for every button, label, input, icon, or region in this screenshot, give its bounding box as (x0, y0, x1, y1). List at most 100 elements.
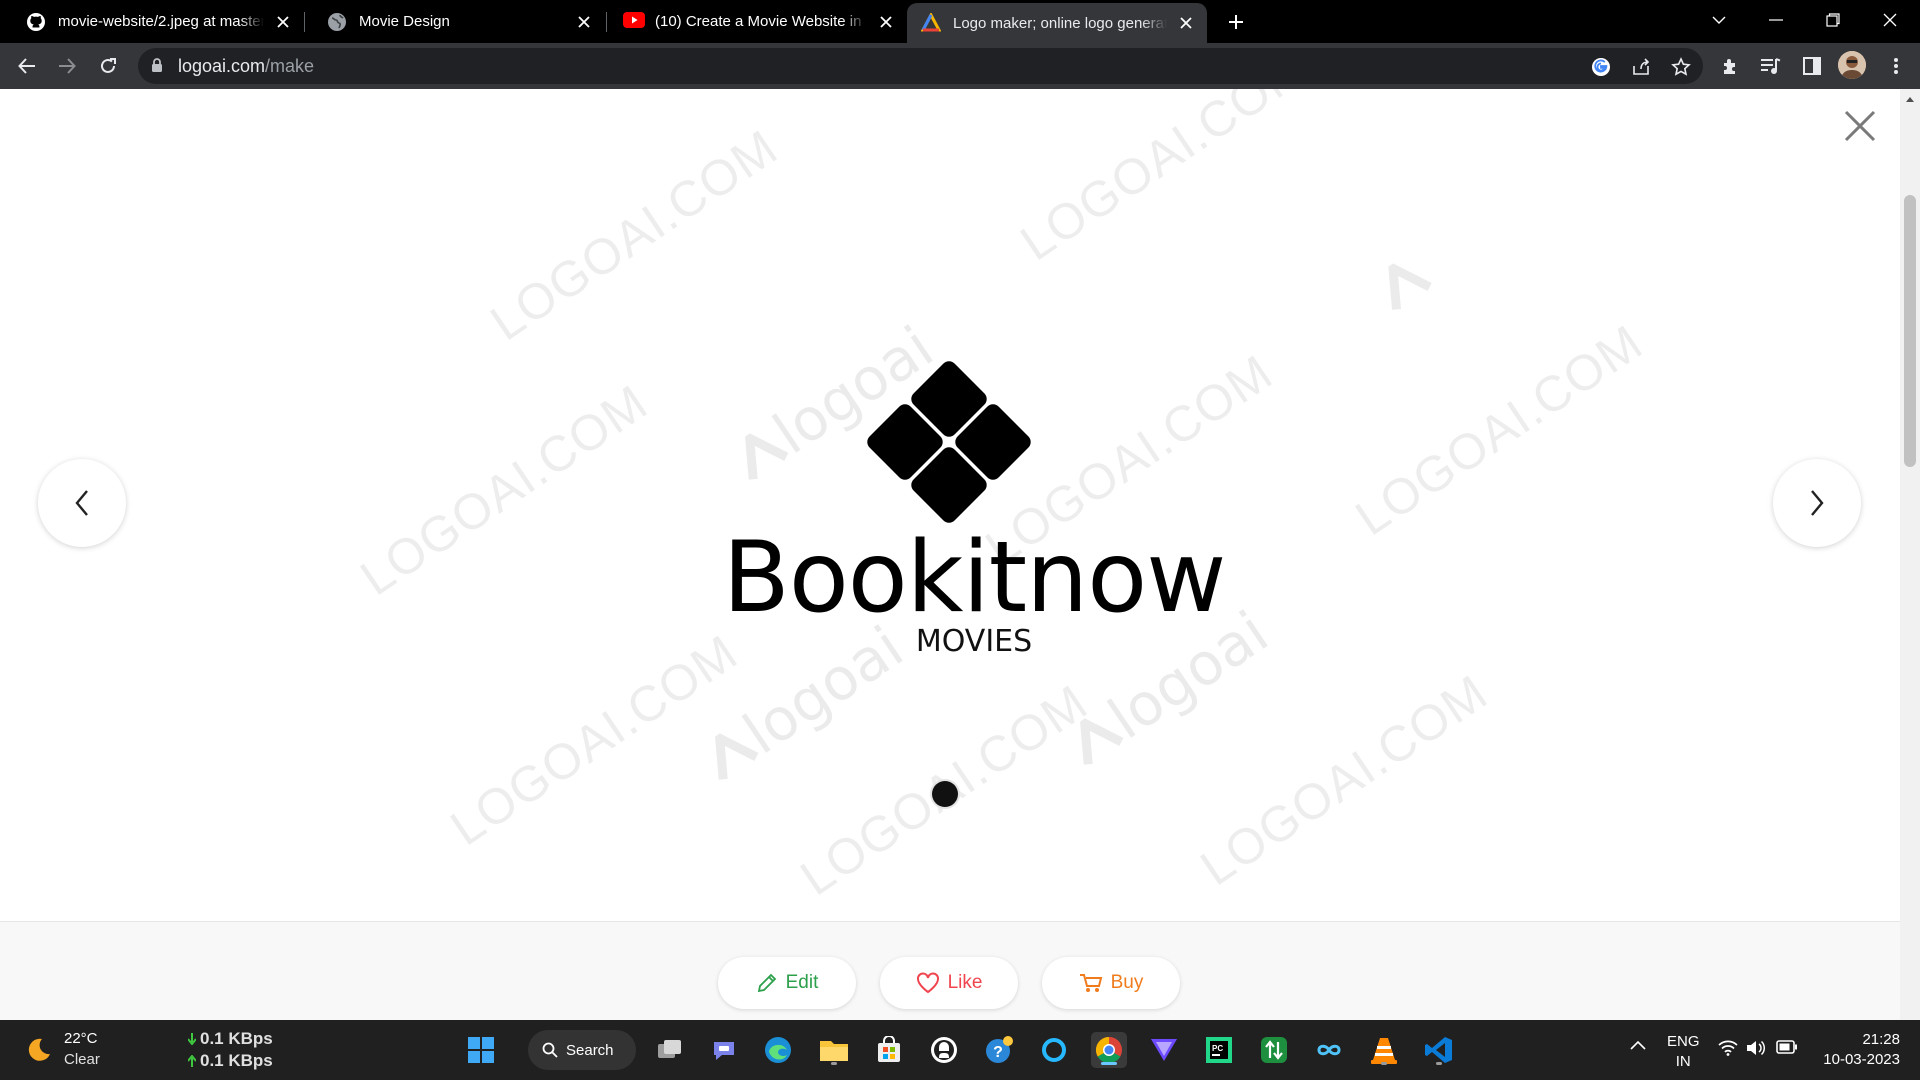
restore-button[interactable] (1805, 0, 1861, 40)
proton-vpn-button[interactable] (1146, 1032, 1182, 1068)
close-icon[interactable] (1175, 12, 1197, 34)
teams-chat-button[interactable] (706, 1032, 742, 1068)
profile-avatar[interactable] (1838, 51, 1866, 79)
wifi-icon[interactable] (1718, 1040, 1738, 1056)
github-icon (26, 12, 46, 32)
pycharm-icon: PC (1206, 1037, 1232, 1063)
tab-strip: movie-website/2.jpeg at master · Movie D… (0, 0, 1920, 43)
edit-label: Edit (785, 972, 819, 993)
globe-icon (327, 12, 347, 32)
vscode-button[interactable] (1421, 1032, 1457, 1068)
network-upload-speed: 0.1 KBps (188, 1051, 273, 1071)
battery-icon[interactable] (1776, 1040, 1798, 1054)
chrome-button[interactable] (1091, 1032, 1127, 1068)
language-code: ENG (1667, 1033, 1700, 1050)
task-view-button[interactable] (652, 1032, 688, 1068)
media-controls-icon[interactable] (1758, 53, 1784, 79)
tab-youtube[interactable]: (10) Create a Movie Website in 9 (607, 3, 907, 40)
close-preview-button[interactable] (1841, 107, 1879, 145)
back-button[interactable] (13, 52, 41, 80)
region-code: IN (1675, 1053, 1691, 1070)
download-arrow-icon (188, 1033, 196, 1045)
upload-speed-text: 0.1 KBps (200, 1051, 273, 1070)
share-icon[interactable] (1630, 56, 1652, 78)
weather-condition[interactable]: Clear (64, 1051, 100, 1068)
close-icon[interactable] (272, 11, 294, 33)
address-bar[interactable]: logoai.com/make (138, 48, 1703, 84)
tab-github[interactable]: movie-website/2.jpeg at master · (0, 3, 304, 40)
watermark: LOGOAI.COM (1190, 664, 1498, 897)
input-language[interactable]: ENG IN (1667, 1032, 1700, 1072)
search-icon (542, 1042, 558, 1058)
svg-text:PC: PC (1212, 1044, 1223, 1053)
start-button[interactable] (463, 1032, 499, 1068)
edge-button[interactable] (760, 1032, 796, 1068)
transfer-icon (1261, 1037, 1287, 1063)
vlc-button[interactable] (1366, 1032, 1402, 1068)
bookmark-star-icon[interactable] (1670, 56, 1692, 78)
cortana-ring-icon (1042, 1038, 1066, 1062)
brand-logo-mark (867, 361, 1031, 523)
taskbar-search[interactable]: Search (528, 1030, 636, 1070)
brand-name: Bookitnow (722, 521, 1227, 635)
vscode-icon (1425, 1037, 1452, 1063)
clock-time: 21:28 (1862, 1031, 1900, 1048)
scrollbar-thumb[interactable] (1904, 195, 1916, 467)
logoai-icon (921, 13, 941, 33)
scroll-up-arrow-icon[interactable] (1905, 95, 1915, 103)
weather-temperature[interactable]: 22°C (64, 1030, 98, 1047)
infinity-app-button[interactable] (1311, 1032, 1347, 1068)
cart-icon (1079, 972, 1103, 994)
chrome-icon (1095, 1036, 1122, 1064)
cortana-button[interactable] (1036, 1032, 1072, 1068)
get-help-button[interactable]: ? (981, 1032, 1017, 1068)
moon-weather-icon[interactable] (24, 1036, 52, 1064)
close-icon[interactable] (573, 11, 595, 33)
file-explorer-button[interactable] (816, 1032, 852, 1068)
pycharm-button[interactable]: PC (1201, 1032, 1237, 1068)
carousel-indicator[interactable] (932, 781, 958, 807)
close-window-button[interactable] (1862, 0, 1918, 40)
menu-kebab-icon[interactable] (1883, 53, 1909, 79)
show-hidden-icons-chevron-icon[interactable] (1630, 1040, 1646, 1050)
google-icon[interactable] (1590, 56, 1612, 78)
tab-search-button[interactable] (1691, 0, 1747, 40)
tab-logoai[interactable]: Logo maker; online logo generato (907, 3, 1207, 43)
extensions-icon[interactable] (1718, 53, 1744, 79)
like-button[interactable]: Like (880, 957, 1018, 1009)
heart-icon (916, 972, 940, 994)
chat-icon (714, 1042, 734, 1060)
side-panel-icon[interactable] (1799, 53, 1825, 79)
system-clock[interactable]: 21:28 10-03-2023 (1810, 1030, 1900, 1070)
brand-subtitle: MOVIES (915, 624, 1033, 659)
active-indicator (1101, 1062, 1117, 1065)
svg-text:?: ? (993, 1044, 1003, 1061)
tab-title: (10) Create a Movie Website in 9 (655, 13, 867, 30)
buy-label: Buy (1110, 972, 1144, 993)
browser-toolbar: logoai.com/make (0, 43, 1920, 89)
forward-button[interactable] (53, 52, 81, 80)
microsoft-store-button[interactable] (871, 1032, 907, 1068)
buy-button[interactable]: Buy (1042, 957, 1180, 1009)
tab-title: Logo maker; online logo generato (953, 14, 1167, 32)
infinity-icon (1317, 1044, 1341, 1056)
close-icon[interactable] (875, 11, 897, 33)
minimize-button[interactable] (1748, 0, 1804, 40)
tab-movie-design[interactable]: Movie Design (305, 3, 605, 40)
edit-button[interactable]: Edit (718, 957, 856, 1009)
windows-taskbar: 22°C Clear 0.1 KBps 0.1 KBps Search ? PC… (0, 1020, 1920, 1080)
lock-icon[interactable] (151, 58, 163, 73)
sync-app-button[interactable] (1256, 1032, 1292, 1068)
volume-icon[interactable] (1746, 1040, 1766, 1056)
page-scrollbar[interactable] (1900, 89, 1920, 1020)
vlc-cone-icon (1371, 1038, 1397, 1064)
clock-date: 10-03-2023 (1823, 1051, 1900, 1068)
windows-start-icon (468, 1037, 494, 1063)
url-text[interactable]: logoai.com/make (178, 56, 314, 77)
tab-title: movie-website/2.jpeg at master · (58, 13, 264, 30)
running-indicator (1381, 1062, 1387, 1065)
new-tab-button[interactable] (1222, 8, 1250, 36)
github-desktop-button[interactable] (926, 1032, 962, 1068)
reload-button[interactable] (94, 52, 122, 80)
vpn-icon (1151, 1039, 1177, 1061)
